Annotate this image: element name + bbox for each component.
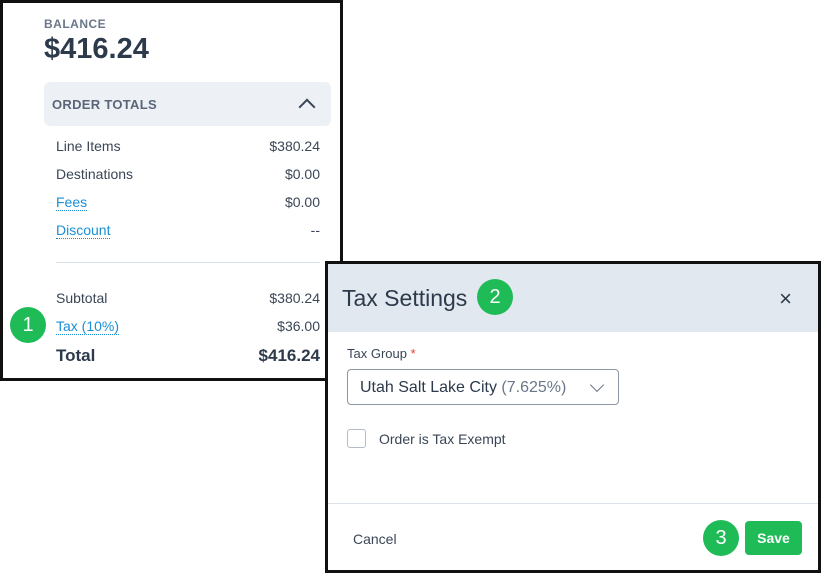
line-items-row: Line Items $380.24: [56, 138, 320, 158]
save-button[interactable]: Save: [745, 521, 802, 555]
order-totals-toggle[interactable]: ORDER TOTALS: [44, 82, 331, 126]
tax-group-label: Tax Group *: [347, 346, 416, 361]
line-items-label: Line Items: [56, 138, 121, 154]
tax-group-select[interactable]: Utah Salt Lake City (7.625%): [347, 369, 619, 405]
tax-group-selected: Utah Salt Lake City (7.625%): [360, 379, 566, 397]
tax-exempt-label[interactable]: Order is Tax Exempt: [379, 431, 506, 447]
close-icon[interactable]: ×: [779, 286, 792, 312]
discount-value: --: [310, 222, 320, 238]
tax-link[interactable]: Tax (10%): [56, 318, 120, 335]
chevron-up-icon[interactable]: [298, 98, 316, 116]
step-badge-1: 1: [10, 307, 46, 343]
line-items-value: $380.24: [269, 138, 320, 154]
total-row: Total $416.24: [56, 346, 320, 370]
total-value: $416.24: [258, 346, 320, 365]
destinations-value: $0.00: [284, 166, 320, 182]
fees-row: Fees $0.00: [56, 194, 320, 214]
balance-value: $416.24: [44, 33, 149, 65]
tax-group-rate: (7.625%): [501, 379, 567, 396]
tax-exempt-checkbox[interactable]: [347, 429, 366, 448]
destinations-row: Destinations $0.00: [56, 166, 320, 186]
destinations-label: Destinations: [56, 166, 134, 182]
modal-title: Tax Settings: [342, 285, 468, 311]
discount-row: Discount --: [56, 222, 320, 242]
subtotal-value: $380.24: [269, 290, 320, 306]
tax-group-label-text: Tax Group: [347, 346, 407, 361]
fees-link[interactable]: Fees: [56, 194, 88, 211]
discount-link[interactable]: Discount: [56, 222, 111, 239]
balance-label: BALANCE: [44, 17, 107, 31]
balance-panel: BALANCE $416.24 ORDER TOTALS Line Items …: [0, 0, 343, 381]
totals-divider: [56, 262, 320, 263]
subtotal-label: Subtotal: [56, 290, 108, 306]
required-mark: *: [410, 346, 416, 361]
modal-header: Tax Settings ×: [328, 264, 818, 332]
fees-value: $0.00: [284, 194, 320, 210]
subtotal-row: Subtotal $380.24: [56, 290, 320, 310]
step-badge-3: 3: [703, 520, 739, 556]
tax-row: Tax (10%) $36.00: [56, 318, 320, 338]
cancel-button[interactable]: Cancel: [353, 531, 397, 547]
step-badge-2: 2: [477, 279, 513, 315]
tax-value: $36.00: [277, 318, 320, 334]
tax-group-name: Utah Salt Lake City: [360, 379, 497, 396]
modal-footer-divider: [328, 503, 818, 504]
total-label: Total: [56, 346, 96, 365]
order-totals-title: ORDER TOTALS: [52, 97, 157, 112]
tax-settings-modal: Tax Settings × Tax Group * Utah Salt Lak…: [325, 261, 821, 573]
chevron-down-icon[interactable]: [589, 377, 605, 393]
